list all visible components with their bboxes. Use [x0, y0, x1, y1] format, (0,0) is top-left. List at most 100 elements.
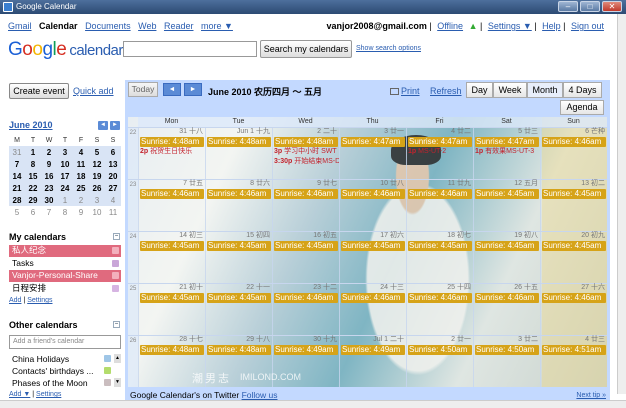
- day-number[interactable]: 22 十一: [206, 284, 272, 292]
- tab-month[interactable]: Month: [527, 82, 563, 98]
- other-calendar-item[interactable]: Phases of the Moon ▼: [9, 377, 121, 389]
- calendar-item[interactable]: Tasks: [9, 258, 121, 270]
- search-calendars-button[interactable]: Search my calendars: [260, 40, 352, 58]
- day-cell[interactable]: 3 廿一 Sunrise: 4:47am: [339, 128, 406, 180]
- sunrise-event[interactable]: Sunrise: 4:46am: [341, 293, 405, 303]
- mini-day[interactable]: 3: [57, 146, 73, 158]
- calendar-item[interactable]: Vanjor-Personal-Share: [9, 270, 121, 282]
- sunrise-event[interactable]: Sunrise: 4:45am: [140, 241, 204, 251]
- day-number[interactable]: 15 初四: [206, 232, 272, 240]
- sunrise-event[interactable]: Sunrise: 4:49am: [274, 345, 338, 355]
- tab-4days[interactable]: 4 Days: [563, 82, 602, 98]
- day-cell[interactable]: 2 廿一 Sunrise: 4:50am: [406, 336, 473, 387]
- sunrise-event[interactable]: Sunrise: 4:46am: [475, 293, 539, 303]
- sunrise-event[interactable]: Sunrise: 4:48am: [140, 345, 204, 355]
- calendar-item[interactable]: 私人纪念: [9, 245, 121, 257]
- mini-day[interactable]: 7: [9, 158, 25, 170]
- sunrise-event[interactable]: Sunrise: 4:45am: [207, 241, 271, 251]
- create-event-button[interactable]: Create event: [9, 83, 69, 99]
- day-cell[interactable]: 17 初六 Sunrise: 4:45am: [339, 232, 406, 284]
- mini-day[interactable]: 8: [25, 158, 41, 170]
- mini-day[interactable]: 4: [105, 194, 121, 206]
- mini-day[interactable]: 1: [25, 146, 41, 158]
- sunrise-event[interactable]: Sunrise: 4:48am: [207, 345, 271, 355]
- mini-day-today[interactable]: 6: [105, 146, 121, 158]
- sunrise-event[interactable]: Sunrise: 4:46am: [207, 189, 271, 199]
- day-cell[interactable]: 8 廿六 Sunrise: 4:46am: [205, 180, 272, 232]
- nav-web[interactable]: Web: [138, 21, 156, 31]
- day-cell[interactable]: 22 十一 Sunrise: 4:45am: [205, 284, 272, 336]
- day-cell[interactable]: 31 十八 Sunrise: 4:48am 2p 祝贺生日快乐: [138, 128, 205, 180]
- scroll-up-icon[interactable]: ▲: [114, 354, 121, 363]
- day-cell[interactable]: Jun 1 十九 Sunrise: 4:48am: [205, 128, 272, 180]
- mini-day[interactable]: 19: [89, 170, 105, 182]
- mini-day[interactable]: 3: [89, 194, 105, 206]
- nav-reader[interactable]: Reader: [164, 21, 194, 31]
- add-friend-calendar-input[interactable]: Add a friend's calendar: [9, 335, 121, 349]
- day-number[interactable]: 30 十九: [273, 336, 339, 344]
- day-cell[interactable]: 27 十六 Sunrise: 4:46am: [540, 284, 607, 336]
- nav-calendar[interactable]: Calendar: [39, 21, 78, 31]
- day-cell[interactable]: 23 十二 Sunrise: 4:46am: [272, 284, 339, 336]
- mini-prev-month-icon[interactable]: ◄: [98, 121, 108, 130]
- search-input[interactable]: [123, 41, 257, 57]
- other-calendars-title[interactable]: Other calendars: [9, 320, 78, 330]
- search-options-link[interactable]: Show search options: [356, 45, 421, 52]
- sunrise-event[interactable]: Sunrise: 4:46am: [274, 189, 338, 199]
- calendar-color-icon[interactable]: [104, 379, 111, 386]
- sunrise-event[interactable]: Sunrise: 4:46am: [140, 189, 204, 199]
- mini-day[interactable]: 16: [41, 170, 57, 182]
- quick-add-link[interactable]: Quick add: [73, 86, 114, 96]
- sunrise-event[interactable]: Sunrise: 4:48am: [274, 137, 338, 147]
- mini-day[interactable]: 17: [57, 170, 73, 182]
- follow-us-link[interactable]: Follow us: [242, 390, 278, 400]
- day-number[interactable]: 2 廿一: [407, 336, 473, 344]
- mini-day[interactable]: 9: [73, 206, 89, 218]
- minimize-button[interactable]: –: [558, 1, 578, 12]
- vertical-scrollbar[interactable]: [617, 14, 626, 394]
- day-number[interactable]: 12 五月: [474, 180, 540, 188]
- day-cell[interactable]: 26 十五 Sunrise: 4:46am: [473, 284, 540, 336]
- mini-day[interactable]: 5: [9, 206, 25, 218]
- day-number[interactable]: 23 十二: [273, 284, 339, 292]
- today-button[interactable]: Today: [128, 82, 158, 97]
- day-number[interactable]: 17 初六: [340, 232, 406, 240]
- mini-calendar-title[interactable]: June 2010: [9, 120, 53, 130]
- sunrise-event[interactable]: Sunrise: 4:46am: [274, 293, 338, 303]
- day-number[interactable]: 7 廿五: [139, 180, 205, 188]
- day-cell[interactable]: 19 初八 Sunrise: 4:45am: [473, 232, 540, 284]
- print-link[interactable]: Print: [401, 86, 420, 96]
- tab-agenda[interactable]: Agenda: [560, 100, 604, 115]
- horizontal-scrollbar[interactable]: [0, 400, 626, 408]
- calendar-color-icon[interactable]: [112, 247, 119, 254]
- mini-day[interactable]: 24: [57, 182, 73, 194]
- sunrise-event[interactable]: Sunrise: 4:45am: [274, 241, 338, 251]
- other-calendar-settings-link[interactable]: Settings: [36, 391, 61, 398]
- sunrise-event[interactable]: Sunrise: 4:49am: [341, 345, 405, 355]
- mini-day[interactable]: 14: [9, 170, 25, 182]
- day-cell[interactable]: 16 初五 Sunrise: 4:45am: [272, 232, 339, 284]
- day-number[interactable]: Jul 1 二十: [340, 336, 406, 344]
- sunrise-event[interactable]: Sunrise: 4:46am: [408, 189, 472, 199]
- my-calendars-title[interactable]: My calendars: [9, 232, 66, 242]
- close-window-button[interactable]: ✕: [602, 1, 622, 12]
- next-period-icon[interactable]: ►: [184, 83, 202, 96]
- nav-gmail[interactable]: Gmail: [8, 21, 32, 31]
- calendar-event[interactable]: 1p MS-UT-2: [407, 147, 473, 157]
- sunrise-event[interactable]: Sunrise: 4:45am: [475, 189, 539, 199]
- maximize-button[interactable]: □: [580, 1, 600, 12]
- offline-link[interactable]: Offline: [437, 21, 463, 31]
- day-cell[interactable]: 18 初七 Sunrise: 4:45am: [406, 232, 473, 284]
- sunrise-event[interactable]: Sunrise: 4:46am: [542, 137, 606, 147]
- day-number[interactable]: 13 初二: [541, 180, 607, 188]
- day-number[interactable]: 16 初五: [273, 232, 339, 240]
- sunrise-event[interactable]: Sunrise: 4:50am: [475, 345, 539, 355]
- calendar-settings-link[interactable]: Settings: [27, 297, 52, 304]
- day-cell[interactable]: 13 初二 Sunrise: 4:45am: [540, 180, 607, 232]
- day-number[interactable]: 21 初十: [139, 284, 205, 292]
- day-number[interactable]: 26 十五: [474, 284, 540, 292]
- day-cell[interactable]: 5 廿三 Sunrise: 4:47am 1p 有效果MS-UT-3: [473, 128, 540, 180]
- tab-day[interactable]: Day: [466, 82, 493, 98]
- sunrise-event[interactable]: Sunrise: 4:45am: [542, 241, 606, 251]
- sunrise-event[interactable]: Sunrise: 4:45am: [542, 189, 606, 199]
